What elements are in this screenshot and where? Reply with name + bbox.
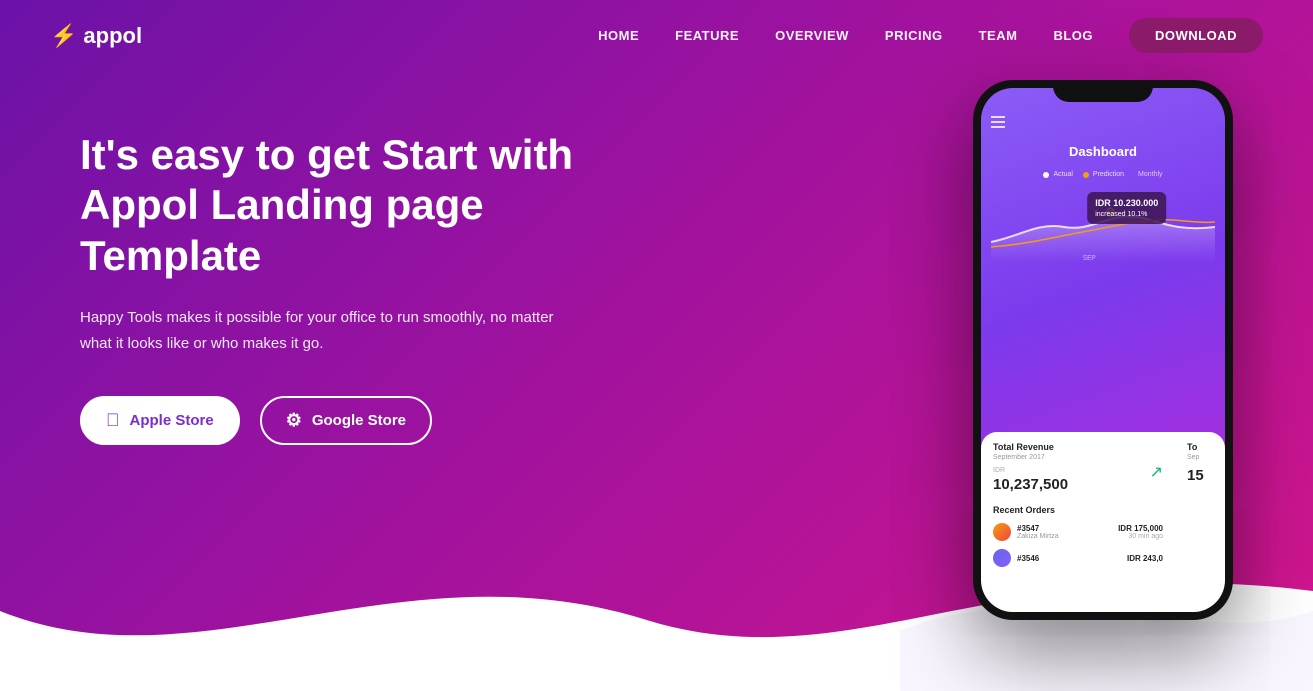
apple-icon: 	[106, 410, 120, 431]
nav-pricing[interactable]: PRICING	[885, 28, 943, 43]
phone-outer: Dashboard Actual Prediction Monthly	[973, 80, 1233, 620]
phone-screen: Dashboard Actual Prediction Monthly	[981, 88, 1225, 612]
apple-store-button[interactable]:  Apple Store	[80, 396, 240, 445]
logo[interactable]: ⚡ appol	[50, 23, 142, 49]
hero-subtitle: Happy Tools makes it possible for your o…	[80, 305, 560, 356]
hero-title: It's easy to get Start with Appol Landin…	[80, 130, 640, 281]
secondary-card: To Sep 15	[1175, 432, 1225, 612]
chart-legend: Actual Prediction Monthly	[981, 171, 1225, 178]
revenue-card: Total Revenue September 2017 IDR 10,237,…	[981, 432, 1175, 612]
trend-icon: ↗	[1150, 462, 1163, 482]
apple-store-label: Apple Store	[130, 412, 214, 429]
lightning-icon: ⚡	[50, 23, 77, 49]
order-row: #3546 IDR 243,0	[993, 549, 1163, 567]
android-icon: ⚙	[286, 410, 302, 431]
nav-home[interactable]: HOME	[598, 28, 639, 43]
hamburger-icon	[991, 116, 1005, 128]
chart-tooltip: IDR 10.230.000 increased 10.1%	[1087, 192, 1166, 224]
order-avatar	[993, 549, 1011, 567]
header: ⚡ appol HOME FEATURE OVERVIEW PRICING TE…	[0, 0, 1313, 71]
hero-content: It's easy to get Start with Appol Landin…	[80, 130, 640, 445]
svg-text:SEP: SEP	[1083, 255, 1096, 262]
chart-area: SEP IDR 10.230.000 increased 10.1%	[981, 182, 1225, 302]
nav-team[interactable]: TEAM	[979, 28, 1018, 43]
dashboard-title: Dashboard	[981, 116, 1225, 167]
hero-buttons:  Apple Store ⚙ Google Store	[80, 396, 640, 445]
phone-mockup: Dashboard Actual Prediction Monthly	[973, 80, 1233, 630]
nav-overview[interactable]: OVERVIEW	[775, 28, 849, 43]
nav-blog[interactable]: BLOG	[1053, 28, 1093, 43]
hero-section: ⚡ appol HOME FEATURE OVERVIEW PRICING TE…	[0, 0, 1313, 691]
order-avatar	[993, 523, 1011, 541]
google-store-button[interactable]: ⚙ Google Store	[260, 396, 432, 445]
main-nav: HOME FEATURE OVERVIEW PRICING TEAM BLOG …	[598, 18, 1263, 53]
order-row: #3547 Zakiza Mirtza IDR 175,000 30 min a…	[993, 523, 1163, 541]
nav-feature[interactable]: FEATURE	[675, 28, 739, 43]
brand-name: appol	[83, 23, 142, 49]
google-store-label: Google Store	[312, 412, 406, 429]
download-button[interactable]: DOWNLOAD	[1129, 18, 1263, 53]
phone-notch	[1053, 80, 1153, 102]
revenue-cards: Total Revenue September 2017 IDR 10,237,…	[981, 432, 1225, 612]
